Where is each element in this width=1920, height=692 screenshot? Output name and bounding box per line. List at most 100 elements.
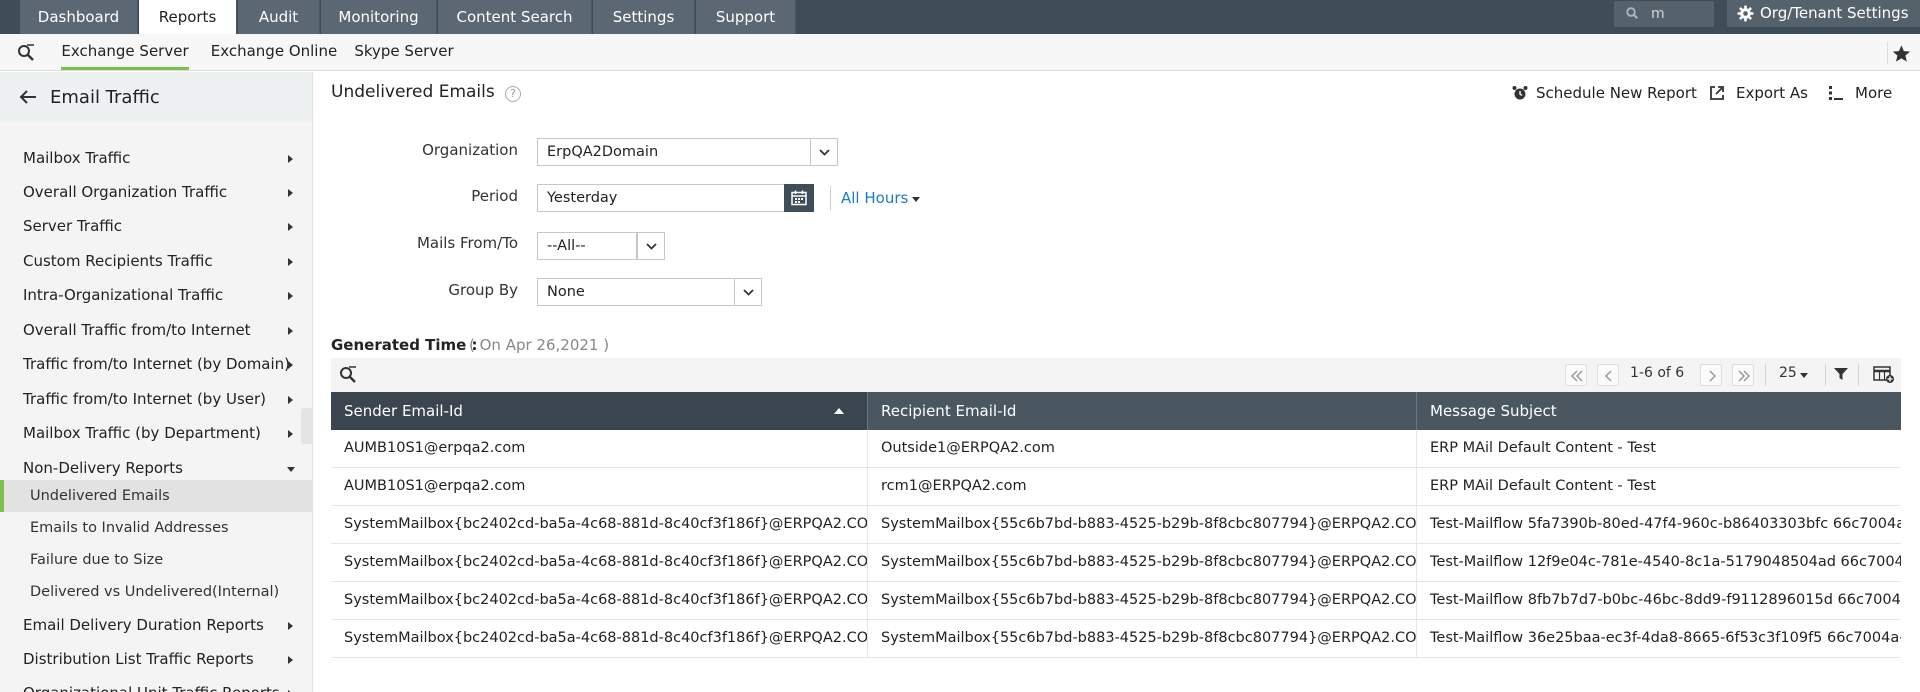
search-value: m — [1651, 6, 1665, 22]
search-filter-icon[interactable] — [17, 44, 35, 62]
cell-recipient: Outside1@ERPQA2.com — [868, 430, 1417, 467]
sidebar-item-custom-recipients-traffic[interactable]: Custom Recipients Traffic — [0, 244, 312, 278]
period-label: Period — [471, 187, 518, 205]
table-row[interactable]: AUMB10S1@erpqa2.com Outside1@ERPQA2.com … — [331, 430, 1901, 468]
next-page-button[interactable] — [1700, 364, 1722, 386]
sidebar-item-traffic-internet-user[interactable]: Traffic from/to Internet (by User) — [0, 382, 312, 416]
sidebar-item-ou-traffic[interactable]: Organizational Unit Traffic Reports — [0, 676, 312, 692]
organization-select[interactable]: ErpQA2Domain — [537, 138, 838, 166]
sidebar-item-server-traffic[interactable]: Server Traffic — [0, 209, 312, 243]
sidebar-item-label: Non-Delivery Reports — [23, 459, 183, 477]
cell-sender: AUMB10S1@erpqa2.com — [331, 430, 868, 467]
tab-support[interactable]: Support — [696, 0, 796, 34]
period-value: Yesterday — [547, 190, 618, 206]
sidebar-item-overall-traffic-internet[interactable]: Overall Traffic from/to Internet — [0, 313, 312, 347]
sidebar-item-mailbox-traffic-department[interactable]: Mailbox Traffic (by Department) — [0, 416, 312, 450]
chevron-down-icon[interactable] — [734, 278, 762, 306]
sidebar-item-email-delivery-duration[interactable]: Email Delivery Duration Reports — [0, 608, 312, 642]
more-menu-icon — [1829, 86, 1843, 100]
subtab-skype-server[interactable]: Skype Server — [352, 34, 456, 70]
tab-audit[interactable]: Audit — [238, 0, 320, 34]
group-by-select[interactable]: None — [537, 278, 762, 306]
table-header: Sender Email-Id Recipient Email-Id Messa… — [331, 392, 1901, 430]
group-by-label: Group By — [448, 281, 518, 299]
divider — [830, 186, 831, 210]
calendar-icon — [791, 190, 807, 206]
alarm-clock-icon — [1512, 86, 1528, 100]
sidebar-title: Email Traffic — [50, 87, 160, 108]
mails-from-to-select[interactable]: --All-- — [537, 232, 665, 260]
chevron-down-icon — [287, 467, 295, 472]
export-as-label: Export As — [1736, 84, 1808, 102]
favorite-star-icon[interactable] — [1887, 42, 1911, 64]
sidebar-item-traffic-internet-domain[interactable]: Traffic from/to Internet (by Domain) — [0, 347, 312, 381]
sidebar-item-distribution-list-traffic[interactable]: Distribution List Traffic Reports — [0, 642, 312, 676]
sidebar-subitem-emails-invalid-addresses[interactable]: Emails to Invalid Addresses — [0, 512, 312, 544]
rows-per-page-select[interactable]: 25 — [1779, 365, 1797, 381]
column-chooser-icon[interactable] — [1873, 366, 1895, 384]
tab-settings[interactable]: Settings — [593, 0, 695, 34]
table-row[interactable]: AUMB10S1@erpqa2.com rcm1@ERPQA2.com ERP … — [331, 468, 1901, 506]
tab-content-search[interactable]: Content Search — [438, 0, 592, 34]
sidebar-collapse-handle[interactable] — [301, 408, 312, 444]
back-arrow-icon[interactable] — [19, 90, 37, 104]
calendar-button[interactable] — [784, 184, 814, 212]
column-header-label: Message Subject — [1430, 402, 1557, 420]
cell-subject: ERP MAil Default Content - Test — [1430, 440, 1656, 456]
table-row[interactable]: SystemMailbox{bc2402cd-ba5a-4c68-881d-8c… — [331, 582, 1901, 620]
sidebar-subitem-delivered-vs-undelivered[interactable]: Delivered vs Undelivered(Internal) — [0, 576, 312, 608]
double-chevron-left-icon — [1571, 370, 1583, 382]
filter-icon[interactable] — [1834, 367, 1848, 381]
subtab-exchange-online[interactable]: Exchange Online — [207, 34, 341, 70]
prev-page-button[interactable] — [1597, 364, 1619, 386]
table-row[interactable]: SystemMailbox{bc2402cd-ba5a-4c68-881d-8c… — [331, 620, 1901, 658]
column-header-recipient[interactable]: Recipient Email-Id — [868, 392, 1417, 430]
gear-icon — [1737, 5, 1754, 22]
more-label: More — [1855, 84, 1893, 102]
chevron-left-icon — [1604, 370, 1612, 382]
global-search-input[interactable]: m — [1614, 1, 1714, 27]
chevron-right-icon — [288, 258, 293, 266]
tab-dashboard[interactable]: Dashboard — [20, 0, 138, 34]
cell-sender: SystemMailbox{bc2402cd-ba5a-4c68-881d-8c… — [331, 544, 868, 581]
sidebar-subitem-failure-due-to-size[interactable]: Failure due to Size — [0, 544, 312, 576]
sidebar-subitem-undelivered-emails[interactable]: Undelivered Emails — [0, 480, 312, 512]
period-input[interactable]: Yesterday — [537, 184, 785, 212]
column-header-sender[interactable]: Sender Email-Id — [331, 392, 868, 430]
sidebar-item-intra-organizational-traffic[interactable]: Intra-Organizational Traffic — [0, 278, 312, 312]
sidebar-item-label: Traffic from/to Internet (by User) — [23, 390, 267, 408]
sidebar-item-label: Overall Organization Traffic — [23, 183, 228, 201]
cell-recipient: SystemMailbox{55c6b7bd-b883-4525-b29b-8f… — [868, 620, 1417, 657]
subtab-exchange-server[interactable]: Exchange Server — [61, 34, 189, 70]
last-page-button[interactable] — [1732, 364, 1754, 386]
org-tenant-settings-button[interactable]: Org/Tenant Settings — [1727, 0, 1920, 27]
tab-reports[interactable]: Reports — [139, 0, 237, 35]
column-header-subject[interactable]: Message Subject — [1417, 392, 1901, 430]
first-page-button[interactable] — [1565, 364, 1587, 386]
org-tenant-settings-label: Org/Tenant Settings — [1760, 4, 1909, 22]
page-title: Undelivered Emails — [331, 82, 495, 102]
chevron-right-icon — [288, 656, 293, 664]
sidebar-item-label: Organizational Unit Traffic Reports — [23, 684, 280, 692]
table-row[interactable]: SystemMailbox{bc2402cd-ba5a-4c68-881d-8c… — [331, 506, 1901, 544]
sidebar-item-overall-organization-traffic[interactable]: Overall Organization Traffic — [0, 175, 312, 209]
group-by-value: None — [547, 284, 585, 300]
sidebar-item-mailbox-traffic[interactable]: Mailbox Traffic — [0, 141, 312, 175]
export-icon — [1710, 86, 1724, 100]
cell-subject: Test-Mailflow 5fa7390b-80ed-47f4-960c-b8… — [1430, 516, 1901, 532]
more-button[interactable]: More — [1828, 84, 1892, 102]
table-row[interactable]: SystemMailbox{bc2402cd-ba5a-4c68-881d-8c… — [331, 544, 1901, 582]
mails-from-to-value: --All-- — [547, 238, 586, 254]
tab-monitoring[interactable]: Monitoring — [321, 0, 437, 34]
help-icon[interactable]: ? — [505, 86, 521, 102]
export-as-button[interactable]: Export As — [1709, 84, 1808, 102]
schedule-new-report-button[interactable]: Schedule New Report — [1512, 84, 1697, 102]
chevron-down-icon[interactable] — [637, 232, 665, 260]
all-hours-dropdown[interactable]: All Hours — [841, 189, 920, 207]
sidebar-item-label: Mailbox Traffic — [23, 149, 131, 167]
table-search-icon[interactable] — [339, 366, 357, 384]
chevron-down-icon[interactable] — [810, 138, 838, 166]
sidebar-item-label: Email Delivery Duration Reports — [23, 616, 264, 634]
column-header-label: Recipient Email-Id — [881, 402, 1017, 420]
cell-recipient: SystemMailbox{55c6b7bd-b883-4525-b29b-8f… — [868, 582, 1417, 619]
